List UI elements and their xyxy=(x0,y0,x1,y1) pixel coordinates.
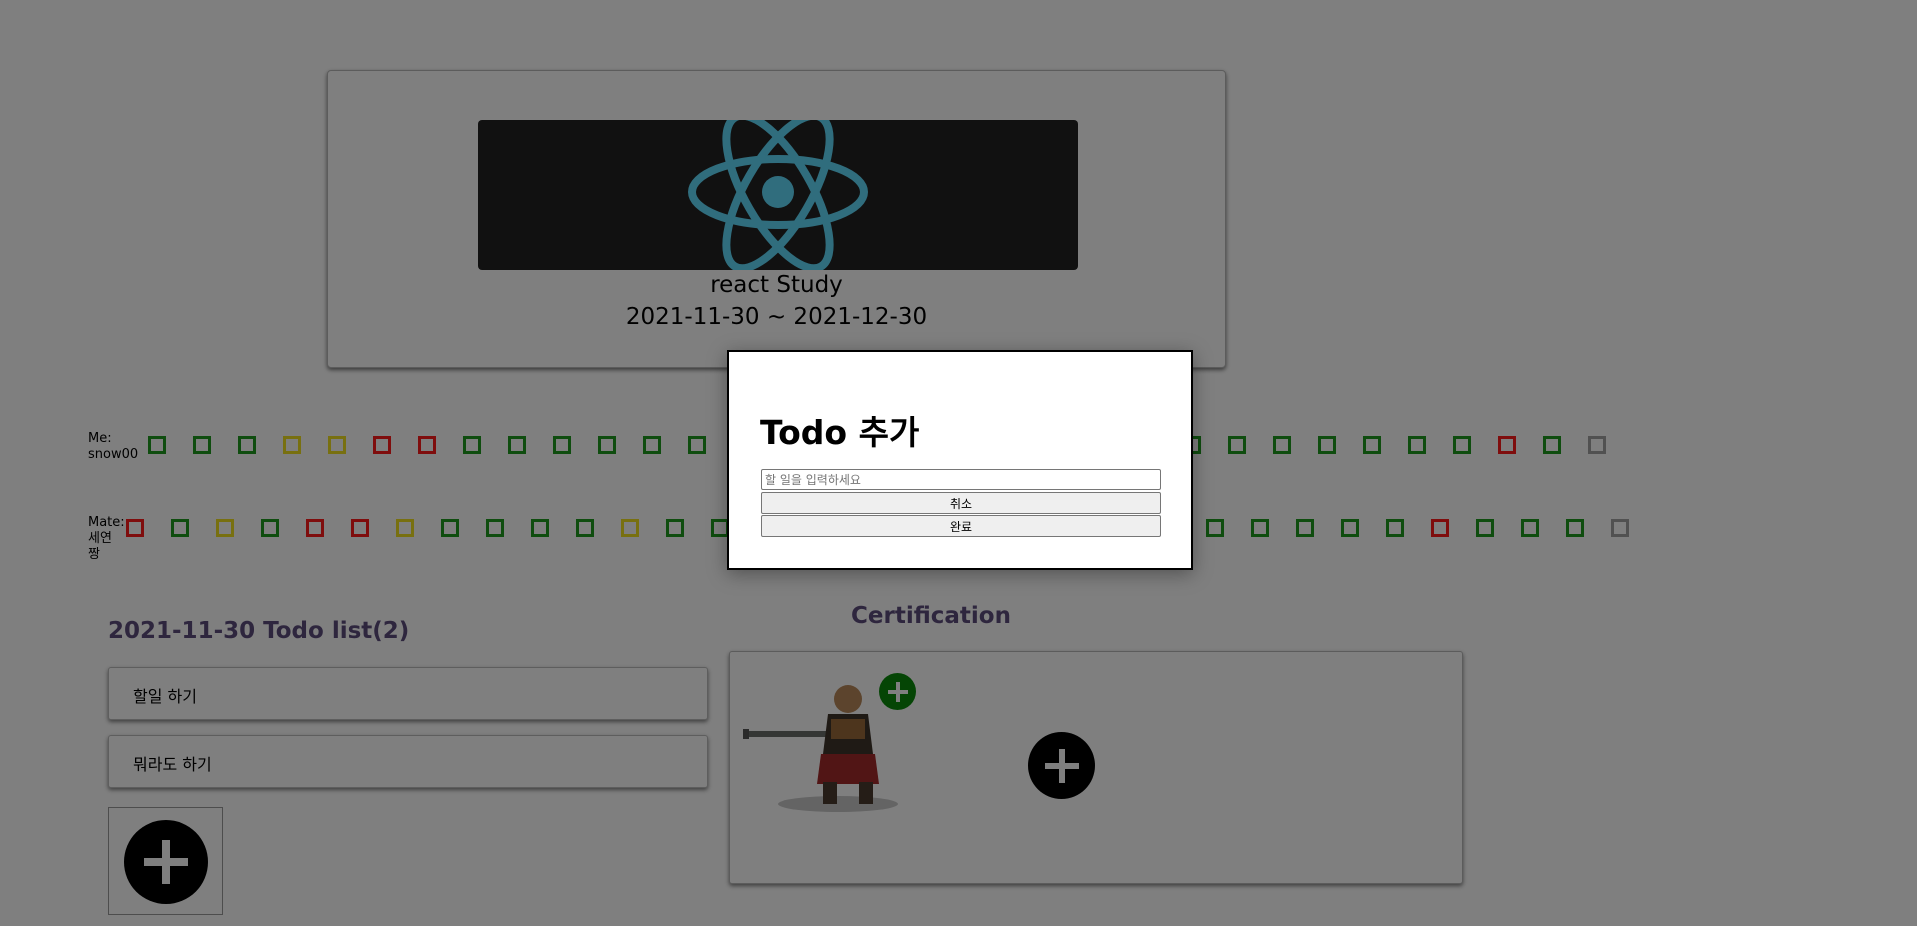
cancel-button[interactable]: 취소 xyxy=(761,492,1161,514)
modal-title: Todo 추가 xyxy=(760,413,920,452)
confirm-button[interactable]: 완료 xyxy=(761,515,1161,537)
todo-input[interactable] xyxy=(761,469,1161,490)
add-todo-modal: Todo 추가 취소 완료 xyxy=(727,350,1193,570)
page: react Study 2021-11-30 ~ 2021-12-30 Me: … xyxy=(0,0,1917,926)
